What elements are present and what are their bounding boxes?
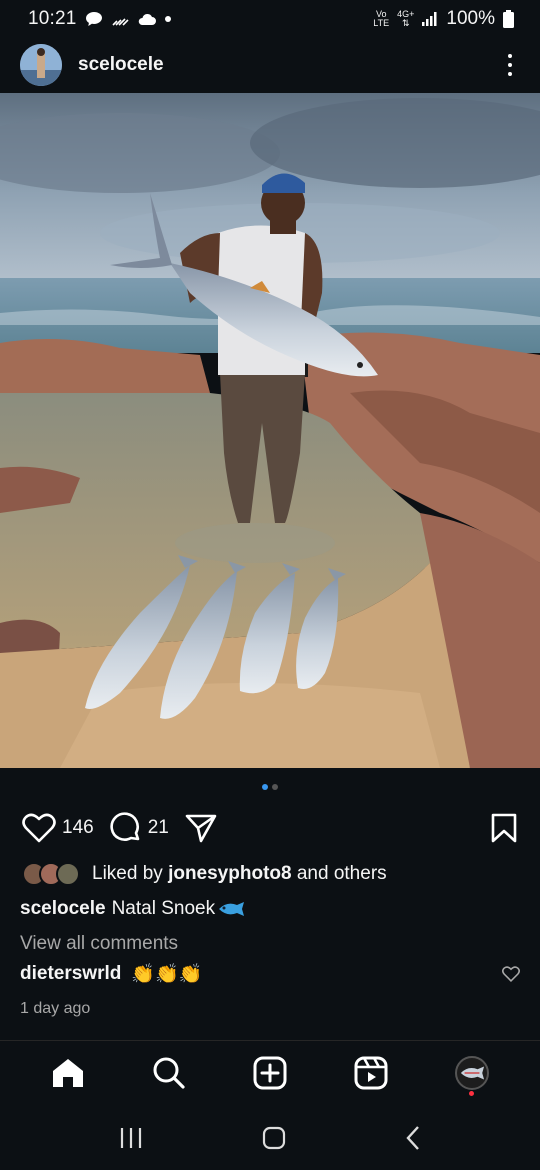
volte-indicator: Vo LTE bbox=[373, 9, 390, 28]
home-icon bbox=[53, 1059, 84, 1087]
post-header: scelocele bbox=[0, 38, 540, 92]
like-action: 146 bbox=[22, 813, 110, 843]
system-navigation-bar bbox=[0, 1105, 540, 1170]
share-icon[interactable] bbox=[185, 813, 217, 843]
author-avatar[interactable] bbox=[20, 44, 62, 86]
battery-icon bbox=[503, 10, 514, 28]
comment-icon[interactable] bbox=[110, 812, 142, 844]
bottom-navigation bbox=[0, 1041, 540, 1105]
fish-icon bbox=[219, 902, 245, 916]
profile-notification-dot bbox=[469, 1091, 475, 1096]
likes-summary[interactable]: Liked by jonesyphoto8 and others bbox=[22, 862, 387, 886]
back-icon[interactable] bbox=[405, 1125, 421, 1151]
nav-reels[interactable] bbox=[346, 1048, 396, 1098]
battery-percent: 100% bbox=[446, 8, 495, 29]
save-action bbox=[490, 813, 518, 843]
search-icon bbox=[153, 1057, 185, 1089]
comment-username[interactable]: dieterswrld bbox=[20, 963, 121, 985]
photo-fisherman-with-catch bbox=[0, 93, 540, 768]
more-options-button[interactable] bbox=[500, 50, 520, 80]
notification-dot bbox=[164, 16, 171, 22]
liker-username[interactable]: jonesyphoto8 bbox=[168, 863, 292, 885]
heart-icon[interactable] bbox=[22, 813, 56, 843]
caption-username[interactable]: scelocele bbox=[20, 898, 106, 920]
comment-action: 21 bbox=[110, 812, 185, 844]
instagram-post-screen: 10:21 Vo LTE 4G+ ⇅ 100% scelocele 146 21… bbox=[0, 0, 540, 1170]
comment-like-icon[interactable] bbox=[502, 966, 520, 982]
carousel-dot-active bbox=[262, 784, 268, 790]
post-caption: scelocele Natal Snoek bbox=[20, 898, 245, 920]
author-username[interactable]: scelocele bbox=[78, 54, 164, 76]
comment-row: dieterswrld 👏👏👏 bbox=[20, 962, 520, 986]
signal-icon bbox=[422, 12, 437, 26]
status-bar: 10:21 Vo LTE 4G+ ⇅ 100% bbox=[0, 0, 540, 38]
message-bubble-icon bbox=[85, 12, 102, 26]
carousel-dot bbox=[272, 784, 278, 790]
create-icon bbox=[253, 1056, 287, 1090]
profile-fish-icon bbox=[460, 1066, 484, 1080]
share-action bbox=[185, 813, 217, 843]
liker-avatars bbox=[22, 862, 80, 886]
liker-avatar bbox=[56, 862, 80, 886]
like-count[interactable]: 146 bbox=[62, 817, 94, 839]
nav-profile[interactable] bbox=[447, 1048, 497, 1098]
reels-icon bbox=[354, 1056, 388, 1090]
nav-create[interactable] bbox=[245, 1048, 295, 1098]
carousel-indicator bbox=[0, 784, 540, 790]
network-type: 4G+ ⇅ bbox=[397, 9, 415, 28]
post-timestamp: 1 day ago bbox=[20, 1000, 91, 1017]
bookmark-icon[interactable] bbox=[490, 813, 518, 843]
comment-count[interactable]: 21 bbox=[148, 817, 169, 839]
post-photo[interactable] bbox=[0, 93, 540, 768]
cloud-icon bbox=[138, 13, 156, 25]
nav-home[interactable] bbox=[43, 1048, 93, 1098]
wifi-calling-icon bbox=[111, 18, 129, 26]
post-actions: 146 21 bbox=[0, 806, 540, 850]
status-time: 10:21 bbox=[28, 8, 77, 29]
caption-text: Natal Snoek bbox=[111, 898, 216, 919]
nav-search[interactable] bbox=[144, 1048, 194, 1098]
comment-text: 👏👏👏 bbox=[131, 964, 203, 985]
home-button-icon[interactable] bbox=[262, 1126, 286, 1150]
profile-avatar bbox=[454, 1056, 489, 1090]
recent-apps-icon[interactable] bbox=[119, 1127, 143, 1149]
view-all-comments-link[interactable]: View all comments bbox=[20, 933, 178, 955]
